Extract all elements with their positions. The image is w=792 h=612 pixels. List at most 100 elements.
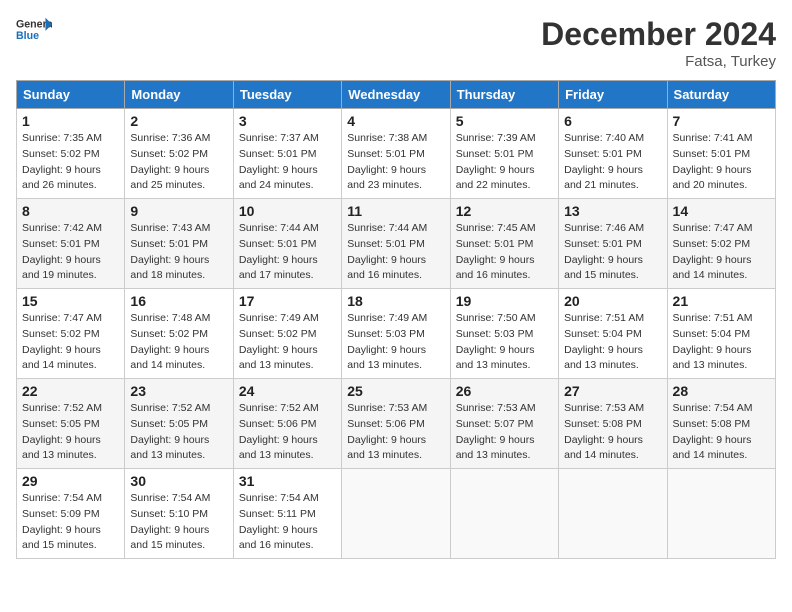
daylight-label: Daylight: 9 hours and 15 minutes. xyxy=(22,524,101,552)
sunrise-label: Sunrise: 7:49 AM xyxy=(239,312,319,324)
sunrise-label: Sunrise: 7:35 AM xyxy=(22,132,102,144)
sunrise-label: Sunrise: 7:37 AM xyxy=(239,132,319,144)
day-info: Sunrise: 7:36 AM Sunset: 5:02 PM Dayligh… xyxy=(130,131,227,194)
day-info: Sunrise: 7:43 AM Sunset: 5:01 PM Dayligh… xyxy=(130,221,227,284)
calendar-cell: 13 Sunrise: 7:46 AM Sunset: 5:01 PM Dayl… xyxy=(559,199,667,289)
sunrise-label: Sunrise: 7:51 AM xyxy=(564,312,644,324)
calendar-cell: 2 Sunrise: 7:36 AM Sunset: 5:02 PM Dayli… xyxy=(125,109,233,199)
day-number: 2 xyxy=(130,113,227,129)
sunrise-label: Sunrise: 7:44 AM xyxy=(347,222,427,234)
day-number: 7 xyxy=(673,113,770,129)
title-area: December 2024 Fatsa, Turkey xyxy=(541,16,776,70)
sunset-label: Sunset: 5:02 PM xyxy=(22,328,100,340)
day-info: Sunrise: 7:42 AM Sunset: 5:01 PM Dayligh… xyxy=(22,221,119,284)
sunset-label: Sunset: 5:03 PM xyxy=(347,328,425,340)
sunrise-label: Sunrise: 7:42 AM xyxy=(22,222,102,234)
sunrise-label: Sunrise: 7:53 AM xyxy=(456,402,536,414)
calendar-cell xyxy=(559,469,667,559)
calendar-cell: 26 Sunrise: 7:53 AM Sunset: 5:07 PM Dayl… xyxy=(450,379,558,469)
logo-icon: General Blue xyxy=(16,16,52,44)
day-info: Sunrise: 7:47 AM Sunset: 5:02 PM Dayligh… xyxy=(22,311,119,374)
sunrise-label: Sunrise: 7:54 AM xyxy=(673,402,753,414)
day-info: Sunrise: 7:53 AM Sunset: 5:07 PM Dayligh… xyxy=(456,401,553,464)
daylight-label: Daylight: 9 hours and 23 minutes. xyxy=(347,164,426,192)
sunset-label: Sunset: 5:11 PM xyxy=(239,508,316,520)
calendar-cell: 16 Sunrise: 7:48 AM Sunset: 5:02 PM Dayl… xyxy=(125,289,233,379)
daylight-label: Daylight: 9 hours and 18 minutes. xyxy=(130,254,209,282)
daylight-label: Daylight: 9 hours and 21 minutes. xyxy=(564,164,643,192)
svg-text:Blue: Blue xyxy=(16,30,39,42)
day-number: 4 xyxy=(347,113,444,129)
daylight-label: Daylight: 9 hours and 15 minutes. xyxy=(564,254,643,282)
day-info: Sunrise: 7:48 AM Sunset: 5:02 PM Dayligh… xyxy=(130,311,227,374)
calendar-cell: 28 Sunrise: 7:54 AM Sunset: 5:08 PM Dayl… xyxy=(667,379,775,469)
calendar-cell: 27 Sunrise: 7:53 AM Sunset: 5:08 PM Dayl… xyxy=(559,379,667,469)
daylight-label: Daylight: 9 hours and 19 minutes. xyxy=(22,254,101,282)
daylight-label: Daylight: 9 hours and 22 minutes. xyxy=(456,164,535,192)
week-row-3: 15 Sunrise: 7:47 AM Sunset: 5:02 PM Dayl… xyxy=(17,289,776,379)
sunrise-label: Sunrise: 7:52 AM xyxy=(22,402,102,414)
weekday-header-friday: Friday xyxy=(559,81,667,109)
calendar-cell: 7 Sunrise: 7:41 AM Sunset: 5:01 PM Dayli… xyxy=(667,109,775,199)
page-header: General Blue December 2024 Fatsa, Turkey xyxy=(16,16,776,70)
day-number: 8 xyxy=(22,203,119,219)
sunrise-label: Sunrise: 7:50 AM xyxy=(456,312,536,324)
sunset-label: Sunset: 5:07 PM xyxy=(456,418,534,430)
sunrise-label: Sunrise: 7:54 AM xyxy=(130,492,210,504)
sunset-label: Sunset: 5:09 PM xyxy=(22,508,100,520)
calendar-cell: 22 Sunrise: 7:52 AM Sunset: 5:05 PM Dayl… xyxy=(17,379,125,469)
day-number: 26 xyxy=(456,383,553,399)
day-info: Sunrise: 7:52 AM Sunset: 5:05 PM Dayligh… xyxy=(22,401,119,464)
daylight-label: Daylight: 9 hours and 13 minutes. xyxy=(673,344,752,372)
daylight-label: Daylight: 9 hours and 13 minutes. xyxy=(22,434,101,462)
logo: General Blue xyxy=(16,16,52,44)
calendar-cell: 3 Sunrise: 7:37 AM Sunset: 5:01 PM Dayli… xyxy=(233,109,341,199)
sunrise-label: Sunrise: 7:47 AM xyxy=(22,312,102,324)
sunrise-label: Sunrise: 7:48 AM xyxy=(130,312,210,324)
sunrise-label: Sunrise: 7:54 AM xyxy=(22,492,102,504)
day-info: Sunrise: 7:46 AM Sunset: 5:01 PM Dayligh… xyxy=(564,221,661,284)
sunset-label: Sunset: 5:02 PM xyxy=(673,238,751,250)
calendar-cell: 14 Sunrise: 7:47 AM Sunset: 5:02 PM Dayl… xyxy=(667,199,775,289)
sunset-label: Sunset: 5:01 PM xyxy=(456,148,534,160)
day-number: 3 xyxy=(239,113,336,129)
sunrise-label: Sunrise: 7:45 AM xyxy=(456,222,536,234)
sunset-label: Sunset: 5:01 PM xyxy=(564,238,642,250)
day-info: Sunrise: 7:45 AM Sunset: 5:01 PM Dayligh… xyxy=(456,221,553,284)
daylight-label: Daylight: 9 hours and 14 minutes. xyxy=(22,344,101,372)
month-title: December 2024 xyxy=(541,16,776,53)
sunset-label: Sunset: 5:05 PM xyxy=(22,418,100,430)
calendar-cell: 1 Sunrise: 7:35 AM Sunset: 5:02 PM Dayli… xyxy=(17,109,125,199)
sunrise-label: Sunrise: 7:51 AM xyxy=(673,312,753,324)
calendar-cell: 23 Sunrise: 7:52 AM Sunset: 5:05 PM Dayl… xyxy=(125,379,233,469)
weekday-header-tuesday: Tuesday xyxy=(233,81,341,109)
sunset-label: Sunset: 5:01 PM xyxy=(564,148,642,160)
sunset-label: Sunset: 5:01 PM xyxy=(239,238,317,250)
week-row-4: 22 Sunrise: 7:52 AM Sunset: 5:05 PM Dayl… xyxy=(17,379,776,469)
calendar-cell: 21 Sunrise: 7:51 AM Sunset: 5:04 PM Dayl… xyxy=(667,289,775,379)
sunset-label: Sunset: 5:01 PM xyxy=(130,238,208,250)
day-number: 16 xyxy=(130,293,227,309)
daylight-label: Daylight: 9 hours and 16 minutes. xyxy=(456,254,535,282)
daylight-label: Daylight: 9 hours and 14 minutes. xyxy=(564,434,643,462)
week-row-2: 8 Sunrise: 7:42 AM Sunset: 5:01 PM Dayli… xyxy=(17,199,776,289)
daylight-label: Daylight: 9 hours and 13 minutes. xyxy=(130,434,209,462)
sunset-label: Sunset: 5:01 PM xyxy=(22,238,100,250)
calendar-cell: 10 Sunrise: 7:44 AM Sunset: 5:01 PM Dayl… xyxy=(233,199,341,289)
sunrise-label: Sunrise: 7:40 AM xyxy=(564,132,644,144)
calendar-cell: 19 Sunrise: 7:50 AM Sunset: 5:03 PM Dayl… xyxy=(450,289,558,379)
sunrise-label: Sunrise: 7:41 AM xyxy=(673,132,753,144)
day-info: Sunrise: 7:54 AM Sunset: 5:09 PM Dayligh… xyxy=(22,491,119,554)
sunrise-label: Sunrise: 7:36 AM xyxy=(130,132,210,144)
day-info: Sunrise: 7:49 AM Sunset: 5:03 PM Dayligh… xyxy=(347,311,444,374)
sunset-label: Sunset: 5:10 PM xyxy=(130,508,208,520)
sunset-label: Sunset: 5:03 PM xyxy=(456,328,534,340)
location-title: Fatsa, Turkey xyxy=(541,53,776,70)
day-number: 19 xyxy=(456,293,553,309)
daylight-label: Daylight: 9 hours and 14 minutes. xyxy=(673,254,752,282)
day-info: Sunrise: 7:41 AM Sunset: 5:01 PM Dayligh… xyxy=(673,131,770,194)
day-number: 11 xyxy=(347,203,444,219)
sunset-label: Sunset: 5:01 PM xyxy=(347,148,425,160)
sunset-label: Sunset: 5:01 PM xyxy=(239,148,317,160)
sunset-label: Sunset: 5:01 PM xyxy=(456,238,534,250)
